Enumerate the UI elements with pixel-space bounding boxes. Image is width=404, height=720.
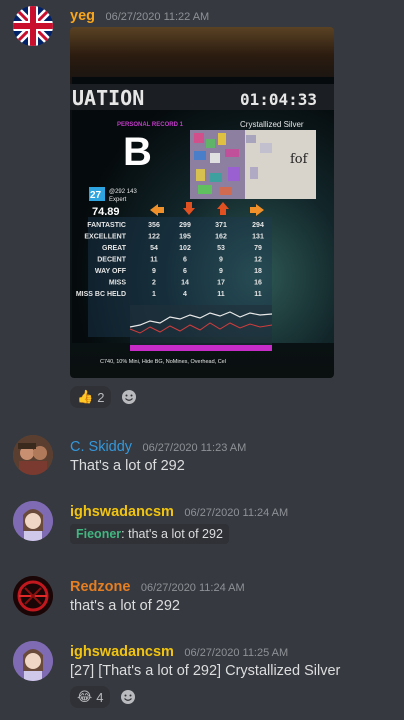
judgement-value: 12 <box>254 257 262 264</box>
reaction-joy[interactable]: 😂 4 <box>70 686 111 708</box>
judgement-value: 102 <box>179 245 191 252</box>
avatar[interactable] <box>13 501 53 541</box>
avatar[interactable] <box>13 641 53 681</box>
life-graph <box>129 305 273 351</box>
up-arrow-icon <box>217 202 229 215</box>
message-redzone: Redzone 06/27/2020 11:24 AM that's a lot… <box>0 572 404 632</box>
judgement-value: 53 <box>217 245 225 252</box>
timer: 01:04:33 <box>240 90 317 109</box>
modifiers: C740, 10% Mini, Hide BG, NoMines, Overhe… <box>100 359 226 365</box>
reaction-count: 2 <box>97 389 105 405</box>
timestamp: 06/27/2020 11:25 AM <box>184 647 289 659</box>
avatar[interactable] <box>13 435 53 475</box>
judgement-value: 18 <box>254 268 262 275</box>
grade: B <box>123 130 152 174</box>
smiley-icon <box>121 690 136 704</box>
reaction-thumbs-up[interactable]: 👍 2 <box>70 386 112 408</box>
quoted-message-chip[interactable]: Fieoner: that's a lot of 292 <box>70 524 229 544</box>
attached-image[interactable]: UATION 01:04:33 PERSONAL RECORD 1 B Crys… <box>70 27 334 378</box>
jacket-text: fof <box>290 152 309 167</box>
judgement-value: 122 <box>148 234 160 241</box>
judgement-value: 11 <box>150 257 158 264</box>
personal-record-label: PERSONAL RECORD 1 <box>117 122 184 128</box>
judgement-value: 54 <box>150 245 158 252</box>
judgement-value: 6 <box>183 257 187 264</box>
judgement-value: 162 <box>215 234 227 241</box>
reaction-bar: 👍 2 <box>70 386 141 408</box>
judgement-value: 2 <box>152 280 156 287</box>
judgement-label: EXCELLENT <box>84 234 126 241</box>
judgement-value: 299 <box>179 222 191 229</box>
arrow-icons <box>150 202 264 216</box>
message-text: that's a lot of 292 <box>70 598 180 614</box>
add-reaction-button[interactable] <box>116 686 140 708</box>
judgement-label: FANTASTIC <box>87 222 126 229</box>
username[interactable]: ighswadancsm <box>70 644 174 660</box>
add-reaction-button[interactable] <box>117 386 141 408</box>
message-text: [27] [That's a lot of 292] Crystallized … <box>70 663 341 679</box>
judgement-label: GREAT <box>102 245 127 252</box>
joy-emoji-icon: 😂 <box>77 689 93 704</box>
timestamp: 06/27/2020 11:24 AM <box>184 507 289 519</box>
timestamp: 06/27/2020 11:24 AM <box>140 582 245 594</box>
judgement-value: 79 <box>254 245 262 252</box>
left-arrow-icon <box>150 204 164 216</box>
message-c-skiddy: C. Skiddy 06/27/2020 11:23 AM That's a l… <box>0 430 404 490</box>
timestamp: 06/27/2020 11:22 AM <box>105 11 210 23</box>
judgement-value: 17 <box>217 280 225 287</box>
judgement-value: 9 <box>219 257 223 264</box>
message-header: ighswadancsm 06/27/2020 11:24 AM <box>70 503 288 521</box>
judgement-value: 11 <box>217 291 225 298</box>
quoted-username: Fieoner <box>76 527 122 541</box>
judgement-label: DECENT <box>97 257 127 264</box>
timestamp: 06/27/2020 11:23 AM <box>142 442 247 454</box>
bpm: @292 143 <box>109 189 137 195</box>
judgement-value: 9 <box>219 268 223 275</box>
thumbs-up-icon: 👍 <box>77 389 94 404</box>
message-header: ighswadancsm 06/27/2020 11:25 AM <box>70 643 288 661</box>
judgement-value: 356 <box>148 222 160 229</box>
uk-flag-avatar[interactable] <box>13 6 53 46</box>
message-ighswadancsm-1: ighswadancsm 06/27/2020 11:24 AM Fieoner… <box>0 497 404 557</box>
reaction-count: 4 <box>96 689 104 705</box>
judgement-label: MISS BC HELD <box>76 291 126 298</box>
score: 74.89 <box>92 206 120 218</box>
avatar[interactable] <box>13 576 53 616</box>
judgement-value: 14 <box>181 280 189 287</box>
smiley-icon <box>122 390 137 404</box>
judgement-label: MISS <box>109 280 126 287</box>
judgement-value: 9 <box>152 268 156 275</box>
username[interactable]: yeg <box>70 8 95 24</box>
message-ighswadancsm-2: ighswadancsm 06/27/2020 11:25 AM [27] [T… <box>0 637 404 720</box>
reaction-bar: 😂 4 <box>70 686 140 708</box>
username[interactable]: Redzone <box>70 579 130 595</box>
song-name: Crystallized Silver <box>240 120 304 129</box>
message-header: Redzone 06/27/2020 11:24 AM <box>70 578 245 596</box>
song-jacket: fof <box>190 130 316 199</box>
judgement-value: 294 <box>252 222 264 229</box>
message-text: That's a lot of 292 <box>70 458 185 474</box>
judgement-value: 1 <box>152 291 156 298</box>
judgement-value: 6 <box>183 268 187 275</box>
judgement-label: WAY OFF <box>95 268 127 275</box>
username[interactable]: ighswadancsm <box>70 504 174 520</box>
screen-title: UATION <box>72 86 144 110</box>
judgement-value: 4 <box>183 291 187 298</box>
judgement-value: 195 <box>179 234 191 241</box>
message-header: C. Skiddy 06/27/2020 11:23 AM <box>70 438 246 456</box>
judgement-value: 16 <box>254 280 262 287</box>
right-arrow-icon <box>250 204 264 216</box>
judgement-value: 371 <box>215 222 227 229</box>
down-arrow-icon <box>183 202 195 215</box>
message-yeg: yeg 06/27/2020 11:22 AM UATION 01:04:33 … <box>0 0 404 420</box>
difficulty-name: Expert <box>109 197 127 203</box>
judgement-value: 11 <box>254 291 262 298</box>
quoted-text: : that's a lot of 292 <box>121 527 223 541</box>
judgement-value: 131 <box>252 234 264 241</box>
username[interactable]: C. Skiddy <box>70 439 132 455</box>
message-header: yeg 06/27/2020 11:22 AM <box>70 7 209 25</box>
difficulty-level: 27 <box>90 190 102 201</box>
